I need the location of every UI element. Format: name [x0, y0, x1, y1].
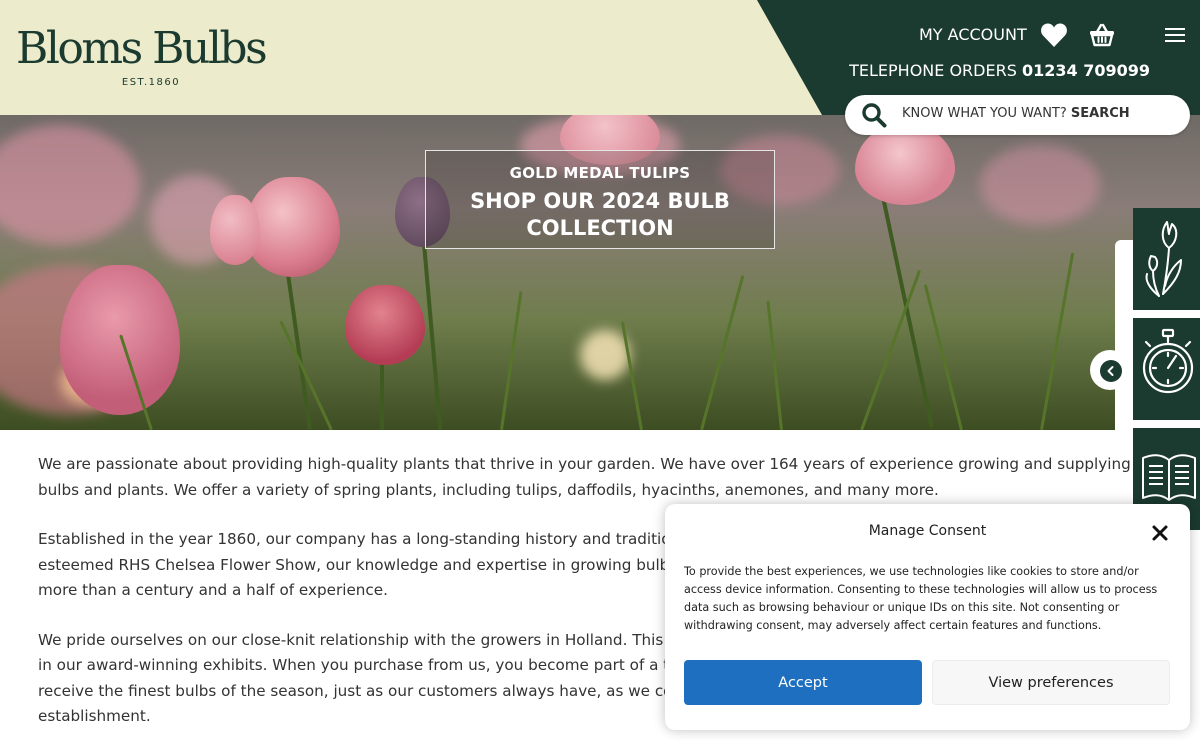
hero-cta-box[interactable]: GOLD MEDAL TULIPS SHOP OUR 2024 BULB COL…: [425, 150, 775, 249]
menu-icon[interactable]: [1165, 28, 1185, 42]
chevron-left-icon: [1100, 360, 1122, 382]
grass-blade: [700, 275, 745, 430]
tulip-stem: [421, 240, 443, 430]
hero-bokeh: [980, 145, 1100, 225]
consent-message: To provide the best experiences, we use …: [684, 565, 1158, 632]
heart-icon[interactable]: [1040, 22, 1068, 48]
search-icon[interactable]: [861, 102, 887, 128]
side-panel-toggle[interactable]: [1090, 350, 1130, 390]
logo-established: EST.1860: [121, 77, 181, 88]
grass-blade: [500, 291, 523, 430]
telephone-orders[interactable]: TELEPHONE ORDERS 01234 709099: [849, 60, 1150, 82]
hero-bokeh: [580, 330, 630, 380]
grass-blade: [1040, 252, 1075, 430]
logo-wordmark: Bloms Bulbs: [16, 23, 268, 74]
consent-title: Manage Consent: [868, 523, 987, 539]
side-tab-quick-order[interactable]: [1133, 318, 1200, 420]
tulip-icon: [1145, 221, 1182, 297]
hero-title: SHOP OUR 2024 BULB COLLECTION: [470, 189, 730, 240]
side-tab-tulips[interactable]: [1133, 208, 1200, 310]
hero-kicker: GOLD MEDAL TULIPS: [509, 164, 691, 182]
tulip-flower: [210, 195, 260, 265]
tulip-stem: [880, 192, 934, 428]
tulip-stem: [284, 260, 312, 430]
phone-label: TELEPHONE ORDERS: [849, 61, 1017, 80]
tulip-flower: [345, 285, 425, 365]
my-account-link[interactable]: MY ACCOUNT: [919, 24, 1027, 46]
hero-banner[interactable]: GOLD MEDAL TULIPS SHOP OUR 2024 BULB COL…: [0, 115, 1200, 430]
consent-dialog: Manage Consent To provide the best exper…: [665, 504, 1190, 730]
basket-icon[interactable]: [1089, 22, 1115, 48]
hero-bokeh: [0, 125, 140, 245]
intro-paragraph: We are passionate about providing high-q…: [38, 455, 1131, 499]
grass-blade: [766, 300, 783, 430]
search-input[interactable]: KNOW WHAT YOU WANT? SEARCH: [902, 106, 1130, 121]
grass-blade: [620, 321, 643, 430]
close-icon[interactable]: [1151, 524, 1169, 542]
search-action: SEARCH: [1070, 106, 1130, 121]
tulip-flower: [855, 125, 955, 205]
site-logo[interactable]: Bloms Bulbs EST.1860: [16, 24, 288, 90]
grass-blade: [860, 269, 922, 430]
search-bar[interactable]: KNOW WHAT YOU WANT? SEARCH: [845, 95, 1190, 135]
view-preferences-button[interactable]: View preferences: [932, 660, 1170, 705]
stopwatch-icon: [1142, 328, 1194, 394]
accept-button[interactable]: Accept: [684, 660, 922, 705]
search-prompt: KNOW WHAT YOU WANT?: [902, 106, 1067, 121]
phone-number: 01234 709099: [1021, 61, 1150, 80]
